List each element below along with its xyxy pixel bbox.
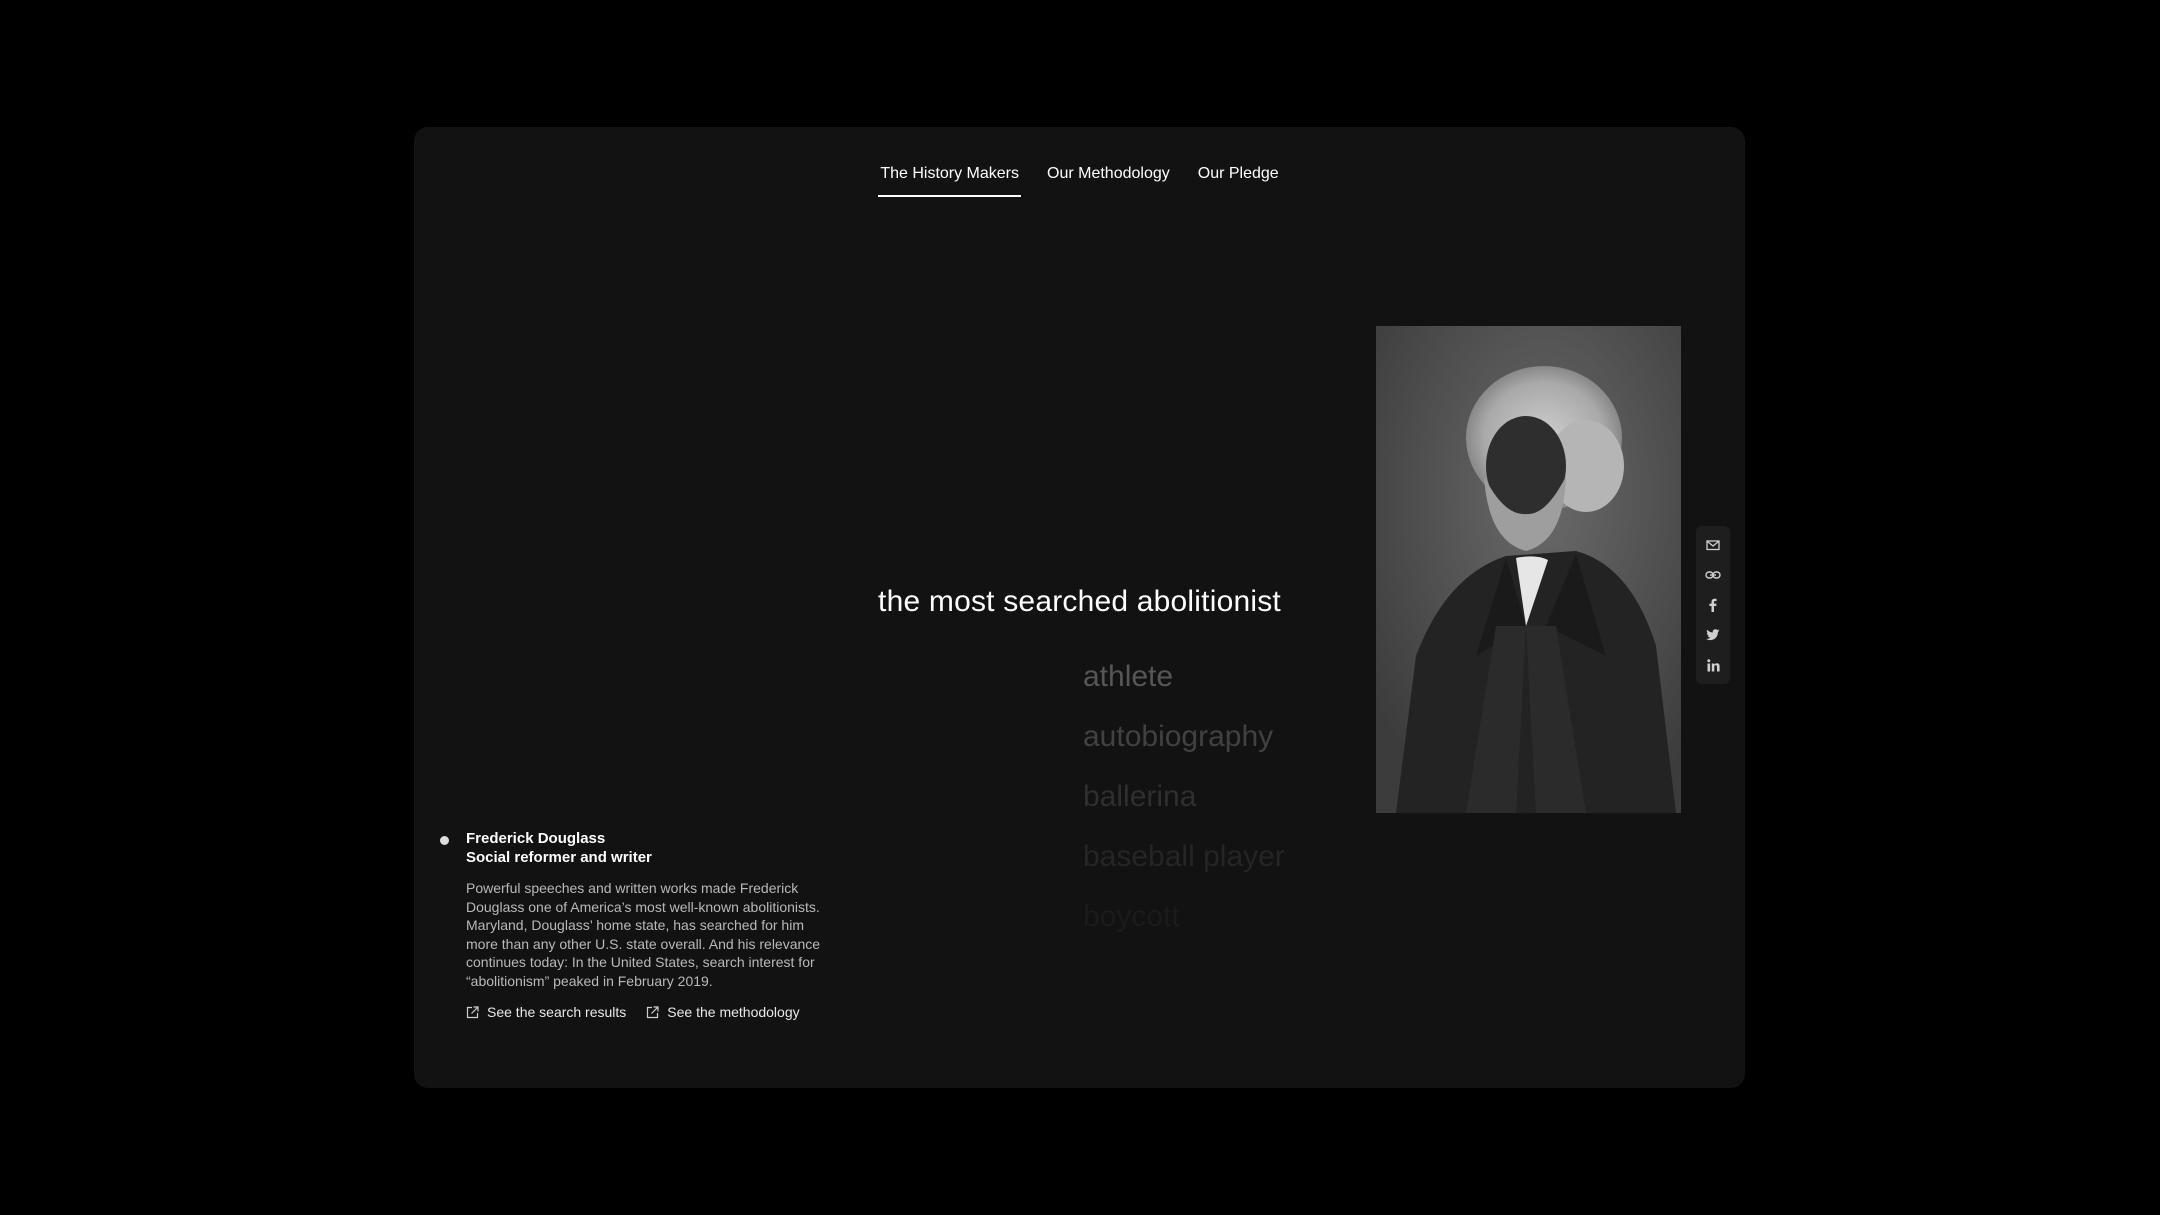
carousel-word: ballerina	[1083, 780, 1197, 813]
link-icon[interactable]	[1700, 562, 1726, 588]
hero-current-word: abolitionist	[1136, 585, 1281, 618]
tab-our-methodology[interactable]: Our Methodology	[1045, 151, 1172, 201]
share-rail	[1696, 526, 1730, 684]
twitter-icon[interactable]	[1700, 622, 1726, 648]
mail-icon[interactable]	[1700, 532, 1726, 558]
see-search-results-label: See the search results	[487, 1004, 627, 1020]
see-methodology-label: See the methodology	[667, 1004, 800, 1020]
person-role: Social reformer and writer	[466, 849, 652, 866]
external-link-icon	[647, 1005, 659, 1018]
person-description: Powerful speeches and written works made…	[466, 880, 821, 989]
tab-our-pledge[interactable]: Our Pledge	[1196, 151, 1281, 201]
top-nav: The History Makers Our Methodology Our P…	[414, 151, 1745, 201]
see-methodology-link[interactable]: See the methodology	[646, 1004, 800, 1020]
external-link-icon	[466, 1005, 479, 1018]
linkedin-icon[interactable]	[1700, 652, 1726, 678]
person-name: Frederick Douglass	[466, 830, 606, 847]
carousel-word: athlete	[1083, 660, 1174, 693]
carousel-word: autobiography	[1083, 720, 1274, 753]
facebook-icon[interactable]	[1700, 592, 1726, 618]
word-carousel: athlete autobiography ballerina baseball…	[1083, 647, 1285, 947]
portrait-illustration	[1376, 326, 1681, 813]
active-bullet-icon	[440, 836, 449, 845]
portrait-photo	[1376, 326, 1681, 813]
person-info: Frederick Douglass Social reformer and w…	[434, 829, 834, 1020]
see-search-results-link[interactable]: See the search results	[466, 1004, 626, 1020]
main-frame: The History Makers Our Methodology Our P…	[414, 127, 1745, 1088]
tab-the-history-makers[interactable]: The History Makers	[878, 151, 1021, 201]
carousel-word: boycott	[1083, 900, 1180, 933]
hero-prefix: the most searched	[878, 585, 1137, 618]
info-links: See the search results See the methodolo…	[466, 1004, 834, 1020]
carousel-word: baseball player	[1083, 840, 1285, 873]
